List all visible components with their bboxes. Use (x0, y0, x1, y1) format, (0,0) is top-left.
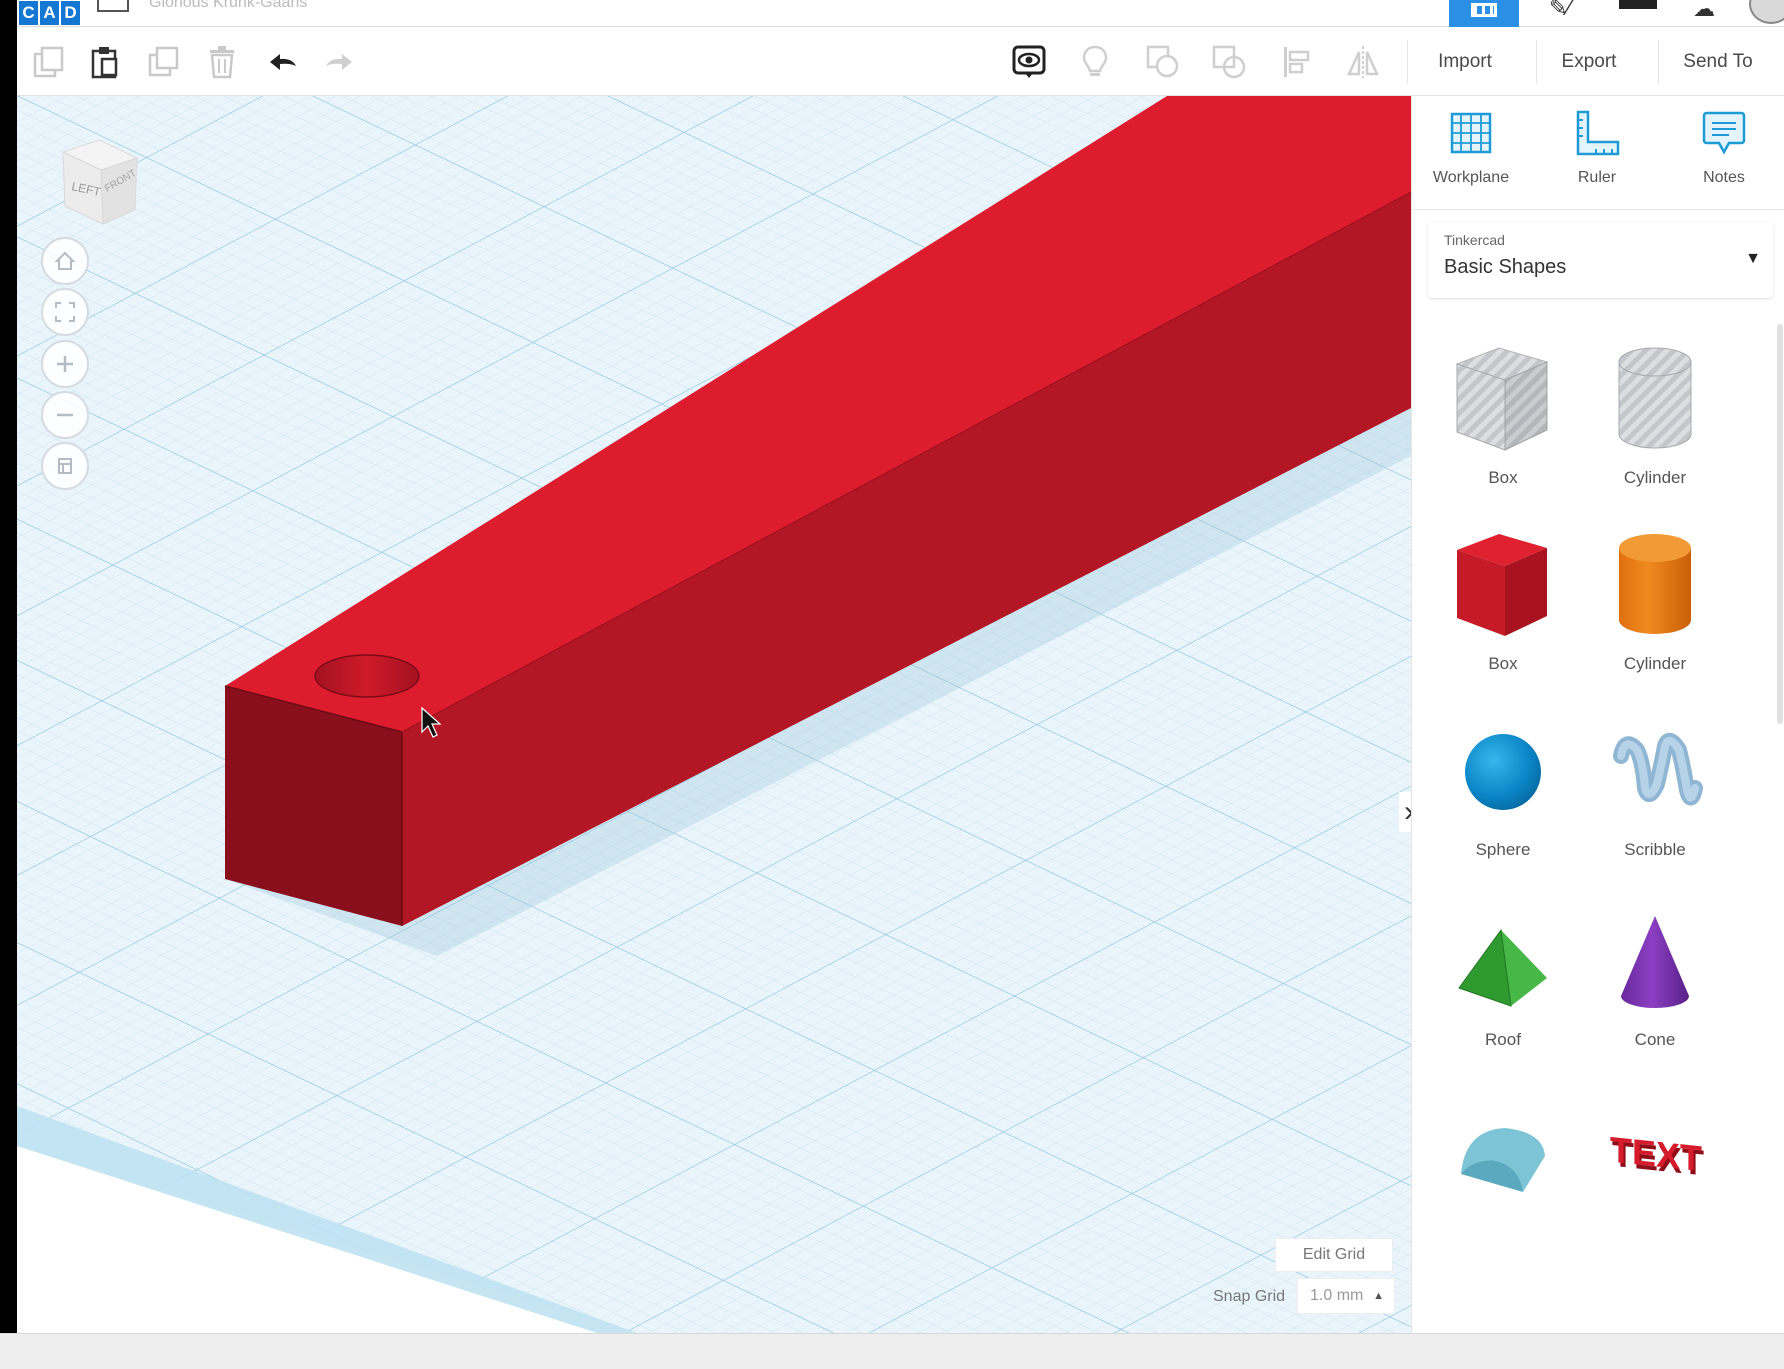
undo-icon[interactable] (261, 40, 305, 84)
tinkercad-logo[interactable]: C A D (19, 0, 81, 27)
show-all-icon[interactable] (1007, 40, 1051, 84)
logo-letter: C (19, 1, 38, 25)
shape-label: Sphere (1475, 840, 1531, 859)
shape-label: Scribble (1624, 840, 1686, 859)
library-provider: Tinkercad (1444, 232, 1505, 248)
top-header: C A D Glorious Krunk-Gaaris ✎⁄ ☁ (17, 0, 1784, 27)
shape-cylinder-hole[interactable]: Cylinder (1580, 334, 1730, 488)
group-icon[interactable] (1141, 40, 1185, 84)
export-button[interactable]: Export (1539, 40, 1639, 84)
snap-grid-select[interactable]: 1.0 mm ▲ (1297, 1278, 1395, 1314)
workplane-button[interactable]: Workplane (1416, 110, 1526, 187)
text-icon: TEXT TEXT (1610, 1129, 1704, 1184)
duplicate-icon[interactable] (142, 40, 186, 84)
hide-icon[interactable] (1073, 40, 1117, 84)
ruler-icon (1576, 110, 1620, 156)
delete-icon[interactable] (200, 40, 244, 84)
logo-letter: D (61, 1, 80, 25)
notes-label: Notes (1703, 169, 1745, 186)
ortho-perspective-icon[interactable] (41, 442, 89, 490)
snap-grid-value: 1.0 mm (1310, 1287, 1364, 1304)
grid-view-icon (1471, 3, 1497, 17)
shape-label: Roof (1485, 1030, 1521, 1049)
cylinder-hole-icon (1618, 347, 1692, 449)
align-icon[interactable] (1275, 40, 1319, 84)
edit-grid-button[interactable]: Edit Grid (1275, 1238, 1393, 1272)
workplane-icon (1450, 112, 1492, 154)
shape-label: Cone (1634, 1030, 1676, 1049)
design-title[interactable]: Glorious Krunk-Gaaris (149, 0, 307, 12)
shape-roof[interactable]: Roof (1428, 896, 1578, 1050)
tinkercad-app: C A D Glorious Krunk-Gaaris ✎⁄ ☁ Import … (17, 0, 1784, 1333)
cylinder-hole[interactable] (314, 654, 420, 698)
shape-label: Cylinder (1623, 468, 1687, 487)
paste-icon[interactable] (83, 40, 127, 84)
round-roof-icon (1461, 1128, 1545, 1192)
box-icon (1457, 534, 1547, 636)
main-toolbar: Import Export Send To (17, 28, 1784, 96)
3d-workspace[interactable]: LEFT FRONT › Edit Grid Snap Grid 1.0 mm … (17, 96, 1411, 1333)
shape-label: Box (1488, 468, 1518, 487)
shape-box-hole[interactable]: Box (1428, 334, 1578, 488)
caret-down-icon: ▼ (1745, 250, 1761, 267)
toolbar-divider (1658, 40, 1659, 84)
shape-cone[interactable]: Cone (1580, 896, 1730, 1050)
caret-up-icon: ▲ (1373, 1290, 1384, 1302)
toolbar-divider (1536, 40, 1537, 84)
design-menu-icon[interactable] (97, 0, 129, 12)
cone-icon (1621, 916, 1689, 1008)
redo-icon[interactable] (317, 40, 361, 84)
sphere-icon (1465, 734, 1541, 810)
home-view-icon[interactable] (41, 237, 89, 285)
ruler-button[interactable]: Ruler (1542, 110, 1652, 187)
avatar[interactable] (1749, 0, 1784, 24)
window-bottom-strip (0, 1333, 1784, 1369)
shape-scribble[interactable]: Scribble (1580, 706, 1730, 860)
shape-round-roof[interactable] (1428, 1084, 1578, 1214)
snap-grid-label: Snap Grid (1213, 1288, 1286, 1305)
scrollbar[interactable] (1777, 324, 1783, 724)
notes-icon (1702, 111, 1746, 155)
shape-cylinder[interactable]: Cylinder (1580, 520, 1730, 674)
cylinder-icon (1619, 534, 1691, 634)
fit-all-icon[interactable] (41, 288, 89, 336)
zoom-out-icon[interactable] (41, 391, 89, 439)
shape-label: Cylinder (1623, 654, 1687, 673)
import-button[interactable]: Import (1417, 40, 1513, 84)
library-name: Basic Shapes (1444, 256, 1567, 278)
box-hole-icon (1455, 347, 1549, 451)
edit-icon[interactable]: ✎⁄ (1549, 0, 1571, 19)
view-cube[interactable]: LEFT FRONT (45, 134, 145, 239)
notes-button[interactable]: Notes (1669, 110, 1779, 187)
shape-sphere[interactable]: Sphere (1428, 706, 1578, 860)
send-to-button[interactable]: Send To (1663, 40, 1773, 84)
shape-text[interactable]: TEXT TEXT (1580, 1084, 1730, 1214)
logo-letter: A (40, 1, 59, 25)
collapse-panel-chevron-icon[interactable]: › (1399, 792, 1411, 832)
scribble-icon (1613, 732, 1703, 806)
panel-divider (1412, 209, 1784, 210)
ruler-label: Ruler (1577, 169, 1617, 186)
shapes-list[interactable]: Box Cylinder Box Cylinder Sphere Scribbl… (1412, 314, 1784, 1333)
workplane-label: Workplane (1432, 169, 1510, 186)
toolbar-divider (1407, 40, 1408, 84)
copy-icon[interactable] (27, 40, 71, 84)
shape-label: Box (1488, 654, 1518, 673)
right-panel: Workplane Ruler Notes Tinkercad Basic Sh… (1411, 96, 1784, 1333)
zoom-in-icon[interactable] (41, 340, 89, 388)
shape-box[interactable]: Box (1428, 520, 1578, 674)
workplane-grid[interactable] (17, 96, 1411, 1333)
roof-icon (1458, 928, 1547, 1007)
ungroup-icon[interactable] (1207, 40, 1251, 84)
add-user-icon[interactable]: ☁ (1693, 0, 1715, 20)
design-view-button[interactable] (1449, 0, 1519, 27)
shape-library-dropdown[interactable]: Tinkercad Basic Shapes ▼ (1428, 222, 1773, 298)
mirror-icon[interactable] (1341, 40, 1385, 84)
codeblocks-button[interactable] (1619, 0, 1657, 9)
